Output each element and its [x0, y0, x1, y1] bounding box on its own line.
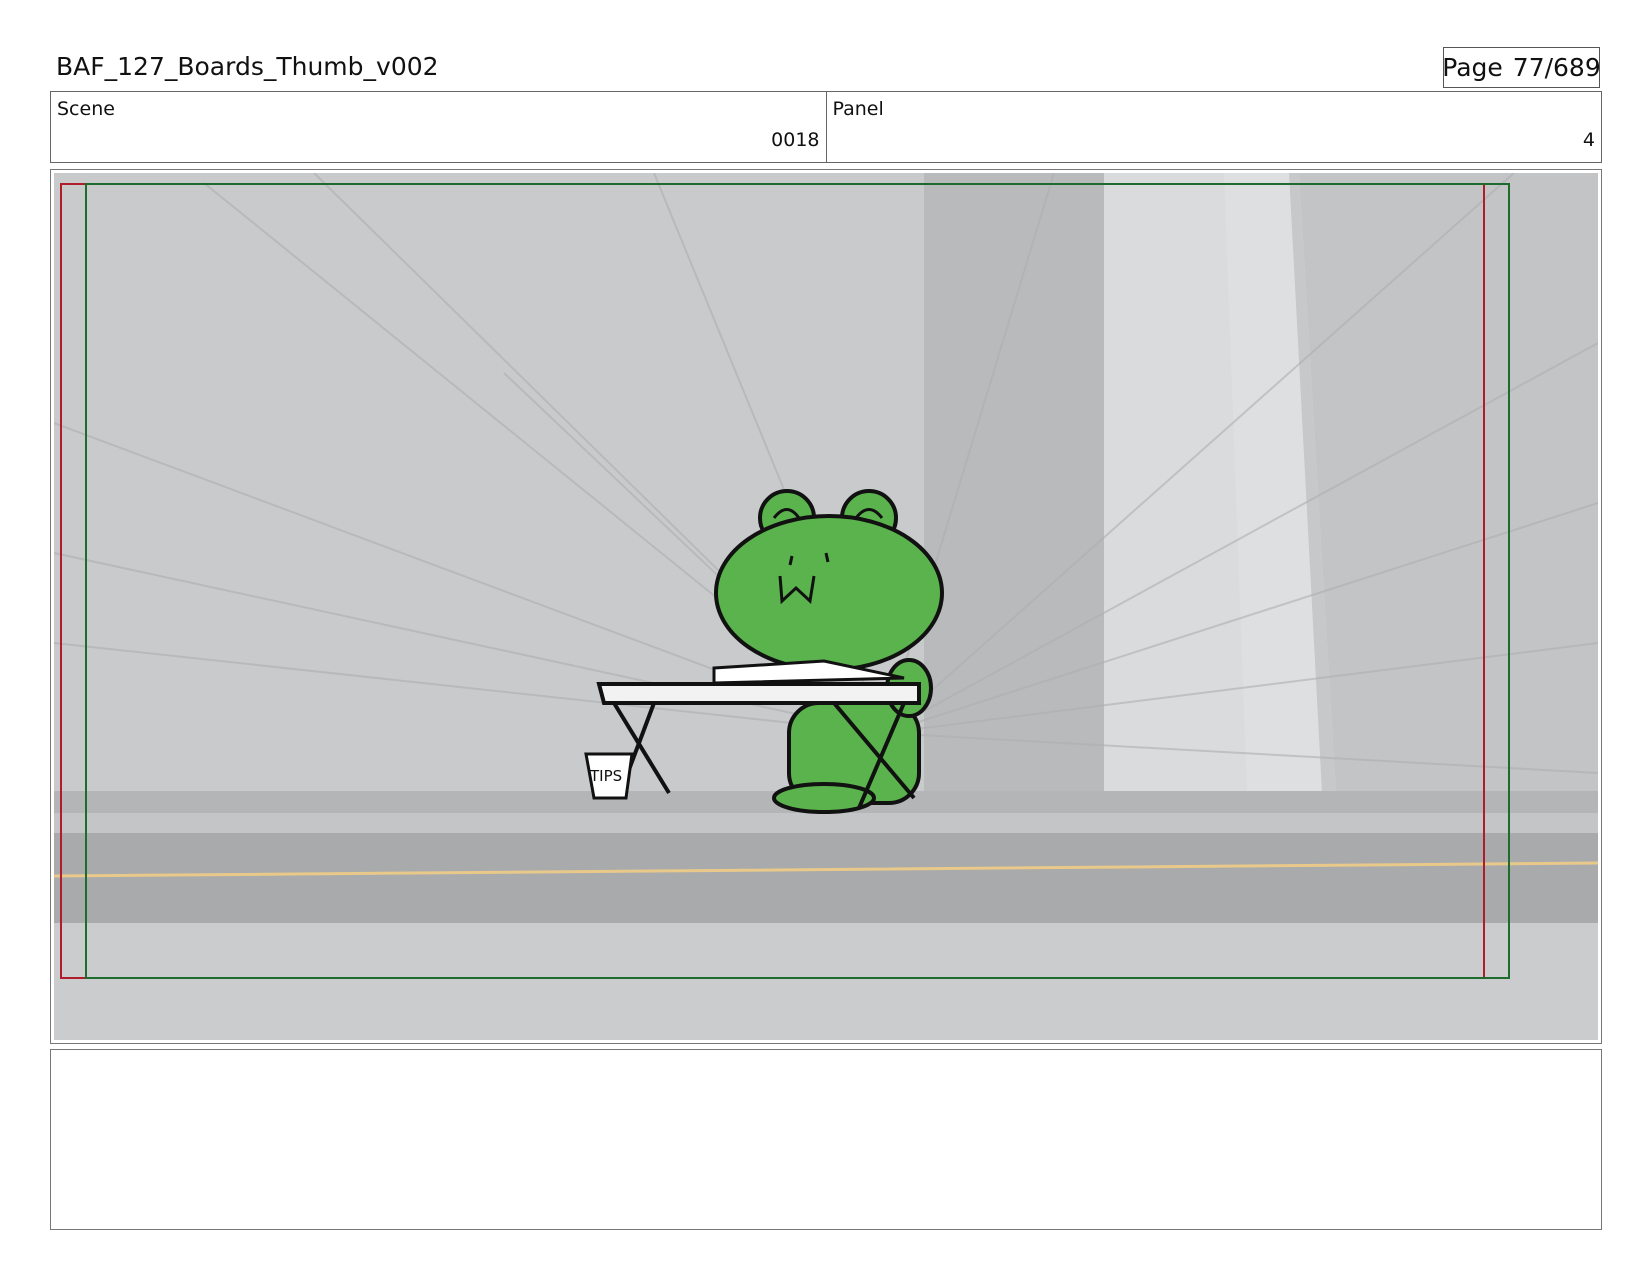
tip-jar-label: TIPS [589, 767, 622, 785]
road-near [54, 923, 1598, 1040]
scene-panel-table: Scene 0018 Panel 4 [50, 91, 1602, 163]
tip-jar: TIPS [584, 752, 634, 800]
storyboard-frame: TIPS [50, 169, 1602, 1044]
panel-value: 4 [1582, 129, 1595, 151]
panel-cell: Panel 4 [825, 92, 1602, 162]
page-label: Page [1442, 53, 1503, 82]
page-value: 77/689 [1512, 53, 1601, 82]
road [54, 833, 1598, 923]
scene-value: 0018 [771, 129, 820, 151]
panel-notes [50, 1049, 1602, 1230]
doc-title: BAF_127_Boards_Thumb_v002 [56, 52, 439, 81]
page-counter: Page 77/689 [1442, 47, 1601, 88]
scene-cell: Scene 0018 [51, 92, 826, 162]
panel-label: Panel [832, 98, 884, 120]
scene-label: Scene [57, 98, 115, 120]
storyboard-drawing: TIPS [54, 173, 1598, 1040]
